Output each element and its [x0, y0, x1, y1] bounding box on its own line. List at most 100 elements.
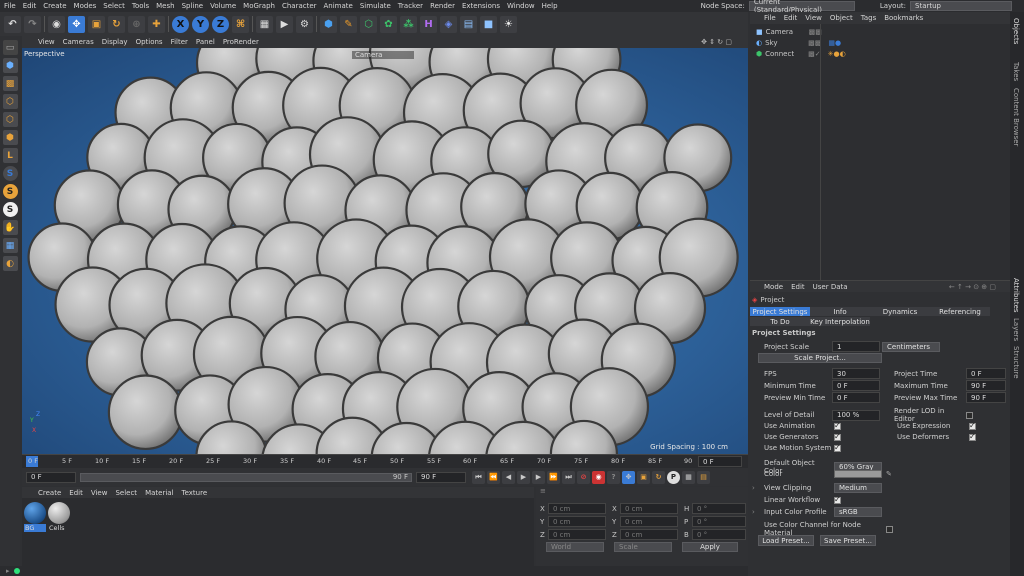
coord-size-y[interactable]: 0 cm [620, 516, 678, 527]
viewport-menu-display[interactable]: Display [102, 38, 128, 46]
vtab-objects[interactable]: Objects [1012, 18, 1020, 44]
axis-mode-icon[interactable]: L [2, 148, 18, 163]
menu-extensions[interactable]: Extensions [462, 2, 500, 10]
layout-dropdown[interactable]: Startup [910, 1, 1012, 11]
current-frame-field[interactable]: 0 F [698, 456, 742, 467]
preview-end-field[interactable]: 90 F [416, 471, 466, 483]
workplane-snap-icon[interactable]: S [2, 202, 18, 217]
obj-menu-file[interactable]: File [764, 14, 776, 22]
coord-position-y[interactable]: 0 cm [548, 516, 606, 527]
viewport-menu-cameras[interactable]: Cameras [63, 38, 94, 46]
object-row-camera[interactable]: ■ Camera ▩▩ [756, 28, 822, 36]
render-settings-icon[interactable]: ⚙ [296, 15, 313, 33]
points-mode-icon[interactable]: ⬡ [2, 94, 18, 109]
snap-icon[interactable]: S [2, 166, 18, 181]
menu-tools[interactable]: Tools [132, 2, 149, 10]
use-generators-checkbox[interactable] [834, 432, 841, 441]
render-view-icon[interactable]: ▦ [256, 15, 273, 33]
axis-y-toggle[interactable]: Y [192, 15, 209, 33]
use-deformers-checkbox[interactable] [969, 432, 976, 441]
array-icon[interactable]: ✿ [380, 15, 397, 33]
record-active-icon[interactable]: ⊘ [577, 470, 590, 484]
key-position-icon[interactable]: ✥ [622, 470, 635, 484]
use-expression-checkbox[interactable] [969, 421, 976, 430]
material-swatch[interactable]: Cells [48, 502, 70, 532]
linear-workflow-checkbox[interactable] [834, 495, 841, 504]
coord-size-x[interactable]: 0 cm [620, 503, 678, 514]
obj-menu-bookmarks[interactable]: Bookmarks [884, 14, 923, 22]
load-preset-button[interactable]: Load Preset... [758, 535, 814, 546]
keyframe-selection-icon[interactable]: ? [607, 470, 620, 484]
attr-menu-edit[interactable]: Edit [791, 283, 805, 291]
goto-start-icon[interactable]: ⏮ [472, 470, 485, 484]
vtab-content-browser[interactable]: Content Browser [1012, 88, 1020, 146]
next-frame-icon[interactable]: ▶ [532, 470, 545, 484]
obj-menu-object[interactable]: Object [830, 14, 853, 22]
node-space-dropdown[interactable]: Current (Standard/Physical) [748, 0, 855, 14]
key-scale-icon[interactable]: ▣ [637, 470, 650, 484]
eyedropper-icon[interactable]: ✎ [886, 470, 892, 478]
solo-icon[interactable]: ◐ [2, 256, 18, 271]
timeline-window-icon[interactable]: ▤ [697, 470, 710, 484]
preview-min-field[interactable]: 0 F [832, 392, 880, 403]
object-row-sky[interactable]: ◐ Sky ▩▩ ▦● [756, 39, 841, 47]
coord-position-x[interactable]: 0 cm [548, 503, 606, 514]
apply-button[interactable]: Apply [682, 542, 738, 552]
undo-icon[interactable]: ↶ [4, 15, 21, 33]
move-tool-icon[interactable]: ✥ [68, 15, 85, 33]
menu-mesh[interactable]: Mesh [156, 2, 174, 10]
key-pla-icon[interactable]: ▦ [682, 470, 695, 484]
preview-start-field[interactable]: 0 F [26, 471, 76, 483]
max-time-field[interactable]: 90 F [966, 380, 1006, 391]
menu-help[interactable]: Help [542, 2, 558, 10]
3d-viewport[interactable]: Perspective Camera Grid Spacing : 100 cm… [22, 48, 748, 454]
tab-dynamics[interactable]: Dynamics [870, 307, 930, 316]
redo-icon[interactable]: ↷ [24, 15, 41, 33]
workplane-icon[interactable]: ▦ [2, 238, 18, 253]
tab-project-settings[interactable]: Project Settings [750, 307, 810, 316]
create-tool-icon[interactable]: ✚ [148, 15, 165, 33]
render-picture-viewer-icon[interactable]: ▶ [276, 15, 293, 33]
viewport-menu-options[interactable]: Options [136, 38, 163, 46]
menu-modes[interactable]: Modes [74, 2, 97, 10]
project-scale-unit-dropdown[interactable]: Centimeters [882, 341, 940, 352]
play-icon[interactable]: ▶ [517, 470, 530, 484]
camera-label[interactable]: Camera [352, 51, 414, 59]
visibility-dots-icon[interactable]: ▩✓ [808, 50, 820, 58]
menu-file[interactable]: File [4, 2, 16, 10]
attr-menu-userdata[interactable]: User Data [813, 283, 848, 291]
preview-max-field[interactable]: 90 F [966, 392, 1006, 403]
save-preset-button[interactable]: Save Preset... [820, 535, 876, 546]
obj-menu-tags[interactable]: Tags [861, 14, 877, 22]
mat-menu-material[interactable]: Material [145, 489, 173, 497]
mat-menu-view[interactable]: View [91, 489, 108, 497]
attr-menu-mode[interactable]: Mode [764, 283, 783, 291]
field-icon[interactable]: ◈ [440, 15, 457, 33]
viewport-nav-icons[interactable]: ✥ ⇕ ↻ ▢ [701, 38, 732, 46]
menu-render[interactable]: Render [430, 2, 455, 10]
color-swatch[interactable] [834, 470, 882, 478]
menu-simulate[interactable]: Simulate [360, 2, 391, 10]
menu-window[interactable]: Window [507, 2, 535, 10]
menu-spline[interactable]: Spline [182, 2, 204, 10]
render-lod-checkbox[interactable] [966, 411, 973, 419]
pen-icon[interactable]: ✎ [340, 15, 357, 33]
object-name[interactable]: Connect [765, 50, 805, 58]
coord-size-z[interactable]: 0 cm [620, 529, 678, 540]
last-tool-icon[interactable]: ⊕ [128, 15, 145, 33]
coord-rotation-h[interactable]: 0 ° [692, 503, 746, 514]
menu-character[interactable]: Character [282, 2, 317, 10]
goto-end-icon[interactable]: ⏭ [562, 470, 575, 484]
attr-nav-icons[interactable]: ← ↑ → ⊙ ⊕ ▢ [949, 283, 996, 291]
edges-mode-icon[interactable]: ⬡ [2, 112, 18, 127]
tab-todo[interactable]: To Do [750, 317, 810, 326]
cube-icon[interactable]: ⬢ [320, 15, 337, 33]
texture-mode-icon[interactable]: ▩ [2, 76, 18, 91]
mat-menu-create[interactable]: Create [38, 489, 61, 497]
mat-menu-texture[interactable]: Texture [182, 489, 208, 497]
polygons-mode-icon[interactable]: ⬢ [2, 130, 18, 145]
cloner-icon[interactable]: ⁂ [400, 15, 417, 33]
project-time-field[interactable]: 0 F [966, 368, 1006, 379]
viewport-menu-prorender[interactable]: ProRender [223, 38, 259, 46]
menu-tracker[interactable]: Tracker [398, 2, 423, 10]
